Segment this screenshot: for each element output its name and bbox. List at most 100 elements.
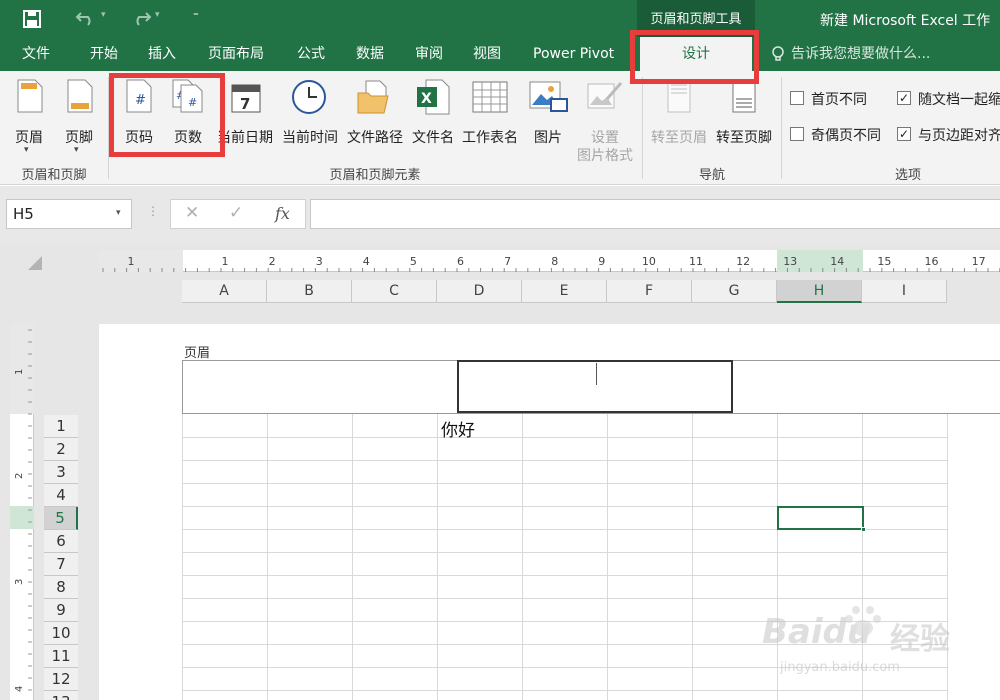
- tell-me-search[interactable]: 告诉我您想要做什么...: [791, 37, 930, 71]
- row-header-8[interactable]: 8: [44, 576, 78, 599]
- cell-D1[interactable]: 你好: [441, 416, 475, 441]
- formula-bar-area: H5 ▾ ⋮ ✕ ✓ fx: [0, 186, 1000, 244]
- grid-row-line: [182, 483, 948, 484]
- page-count-button[interactable]: ## 页数: [164, 77, 212, 157]
- redo-dropdown-icon[interactable]: ▾: [155, 10, 160, 20]
- insert-function-icon[interactable]: fx: [275, 204, 290, 223]
- goto-footer-button[interactable]: 转至页脚: [712, 77, 776, 157]
- header-page-icon: [17, 79, 43, 117]
- row-header-1[interactable]: 1: [44, 415, 78, 438]
- column-header-g[interactable]: G: [692, 280, 777, 303]
- footer-button[interactable]: 页脚 ▾: [56, 77, 102, 157]
- page-number-button[interactable]: # 页码: [116, 77, 162, 157]
- tab-view[interactable]: 视图: [473, 37, 501, 71]
- align-margins-label: 与页边距对齐: [918, 128, 1000, 144]
- picture-button[interactable]: 图片: [525, 77, 571, 157]
- svg-text:X: X: [421, 91, 432, 107]
- calendar-icon: 7: [231, 81, 261, 117]
- tab-page-layout[interactable]: 页面布局: [208, 37, 264, 71]
- formula-bar-grip-icon: ⋮: [147, 204, 159, 218]
- row-header-10[interactable]: 10: [44, 622, 78, 645]
- ruler-label: 17: [972, 255, 986, 268]
- page-count-icon: ##: [172, 79, 204, 117]
- cancel-entry-icon[interactable]: ✕: [185, 203, 199, 223]
- tab-formulas[interactable]: 公式: [297, 37, 325, 71]
- row-header-6[interactable]: 6: [44, 530, 78, 553]
- ruler-label: 3: [316, 255, 323, 268]
- row-header-11[interactable]: 11: [44, 645, 78, 668]
- svg-text:#: #: [135, 93, 146, 108]
- column-header-a[interactable]: A: [182, 280, 267, 303]
- column-header-b[interactable]: B: [267, 280, 352, 303]
- scale-with-doc-checkbox[interactable]: ✓: [897, 91, 911, 105]
- row-header-2[interactable]: 2: [44, 438, 78, 461]
- save-icon[interactable]: [22, 9, 42, 29]
- column-header-d[interactable]: D: [437, 280, 522, 303]
- row-header-13[interactable]: 13: [44, 691, 78, 700]
- file-name-button[interactable]: X 文件名: [408, 77, 458, 157]
- tab-file[interactable]: 文件: [22, 37, 50, 71]
- goto-footer-icon: [732, 79, 756, 117]
- column-header-h[interactable]: H: [777, 280, 862, 303]
- column-header-i[interactable]: I: [862, 280, 947, 303]
- header-button[interactable]: 页眉 ▾: [6, 77, 52, 157]
- horizontal-ruler: 1 1 2 3 4 5 6 7 8 9 10 11 12 13 14 15 16 17: [99, 250, 1000, 272]
- tab-home[interactable]: 开始: [90, 37, 118, 71]
- vruler-ticks: 1 2 3 4: [14, 329, 32, 692]
- title-bar: ▾ ▾ ⁼ 页眉和页脚工具 新建 Microsoft Excel 工作: [0, 0, 1000, 37]
- diff-first-page-label: 首页不同: [811, 92, 867, 108]
- ruler-ticks: 1 1 2 3 4 5 6 7 8 9 10 11 12 13 14 15 16 17: [102, 255, 1000, 272]
- tab-data[interactable]: 数据: [356, 37, 384, 71]
- column-header-f[interactable]: F: [607, 280, 692, 303]
- vruler-label: 2: [14, 473, 25, 479]
- name-box-dropdown-icon[interactable]: ▾: [116, 208, 121, 218]
- contextual-tool-label: 页眉和页脚工具: [637, 0, 755, 37]
- undo-dropdown-icon[interactable]: ▾: [101, 10, 106, 20]
- grid-column-line: [437, 414, 438, 700]
- customize-qat-icon[interactable]: ⁼: [193, 9, 199, 22]
- formula-input[interactable]: [310, 199, 1000, 229]
- diff-first-page-checkbox[interactable]: [790, 91, 804, 105]
- goto-header-button[interactable]: 转至页眉: [647, 77, 711, 157]
- tab-power-pivot[interactable]: Power Pivot: [533, 37, 614, 71]
- current-time-button[interactable]: 当前时间: [279, 77, 341, 157]
- footer-page-icon: [67, 79, 93, 117]
- row-header-5[interactable]: 5: [44, 507, 78, 530]
- ruler-label: 6: [457, 255, 464, 268]
- select-all-corner[interactable]: [28, 256, 42, 270]
- redo-icon[interactable]: [130, 8, 152, 28]
- format-picture-icon: [587, 79, 623, 119]
- fill-handle[interactable]: [861, 527, 866, 532]
- group-label-header-footer: 页眉和页脚: [21, 168, 87, 183]
- active-cell-H5[interactable]: [777, 506, 866, 532]
- row-header-9[interactable]: 9: [44, 599, 78, 622]
- name-box[interactable]: H5 ▾: [6, 199, 132, 229]
- tab-review[interactable]: 审阅: [415, 37, 443, 71]
- format-picture-button[interactable]: 设置 图片格式: [573, 77, 637, 164]
- row-header-7[interactable]: 7: [44, 553, 78, 576]
- ribbon-panel: 页眉 ▾ 页脚 ▾ 页眉和页脚 # 页码 ## 页数: [0, 71, 1000, 185]
- confirm-entry-icon[interactable]: ✓: [229, 203, 243, 223]
- undo-icon[interactable]: [75, 8, 97, 28]
- ruler-label: 16: [925, 255, 939, 268]
- header-center-section[interactable]: [457, 360, 733, 413]
- sheet-name-button[interactable]: 工作表名: [459, 77, 521, 157]
- grid-column-line: [352, 414, 353, 700]
- current-date-button[interactable]: 7 当前日期: [214, 77, 276, 157]
- tab-design[interactable]: 设计: [640, 37, 752, 71]
- align-margins-checkbox[interactable]: ✓: [897, 127, 911, 141]
- row-header-3[interactable]: 3: [44, 461, 78, 484]
- row-header-12[interactable]: 12: [44, 668, 78, 691]
- ruler-label: 13: [783, 255, 797, 268]
- file-path-button[interactable]: 文件路径: [344, 77, 406, 157]
- tab-insert[interactable]: 插入: [148, 37, 176, 71]
- row-header-4[interactable]: 4: [44, 484, 78, 507]
- column-header-e[interactable]: E: [522, 280, 607, 303]
- group-label-elements: 页眉和页脚元素: [329, 168, 421, 183]
- header-dropdown-icon: ▾: [24, 145, 29, 155]
- ruler-label: 11: [689, 255, 703, 268]
- excel-file-icon: X: [416, 79, 450, 119]
- ruler-label: 14: [830, 255, 844, 268]
- column-header-c[interactable]: C: [352, 280, 437, 303]
- diff-odd-even-checkbox[interactable]: [790, 127, 804, 141]
